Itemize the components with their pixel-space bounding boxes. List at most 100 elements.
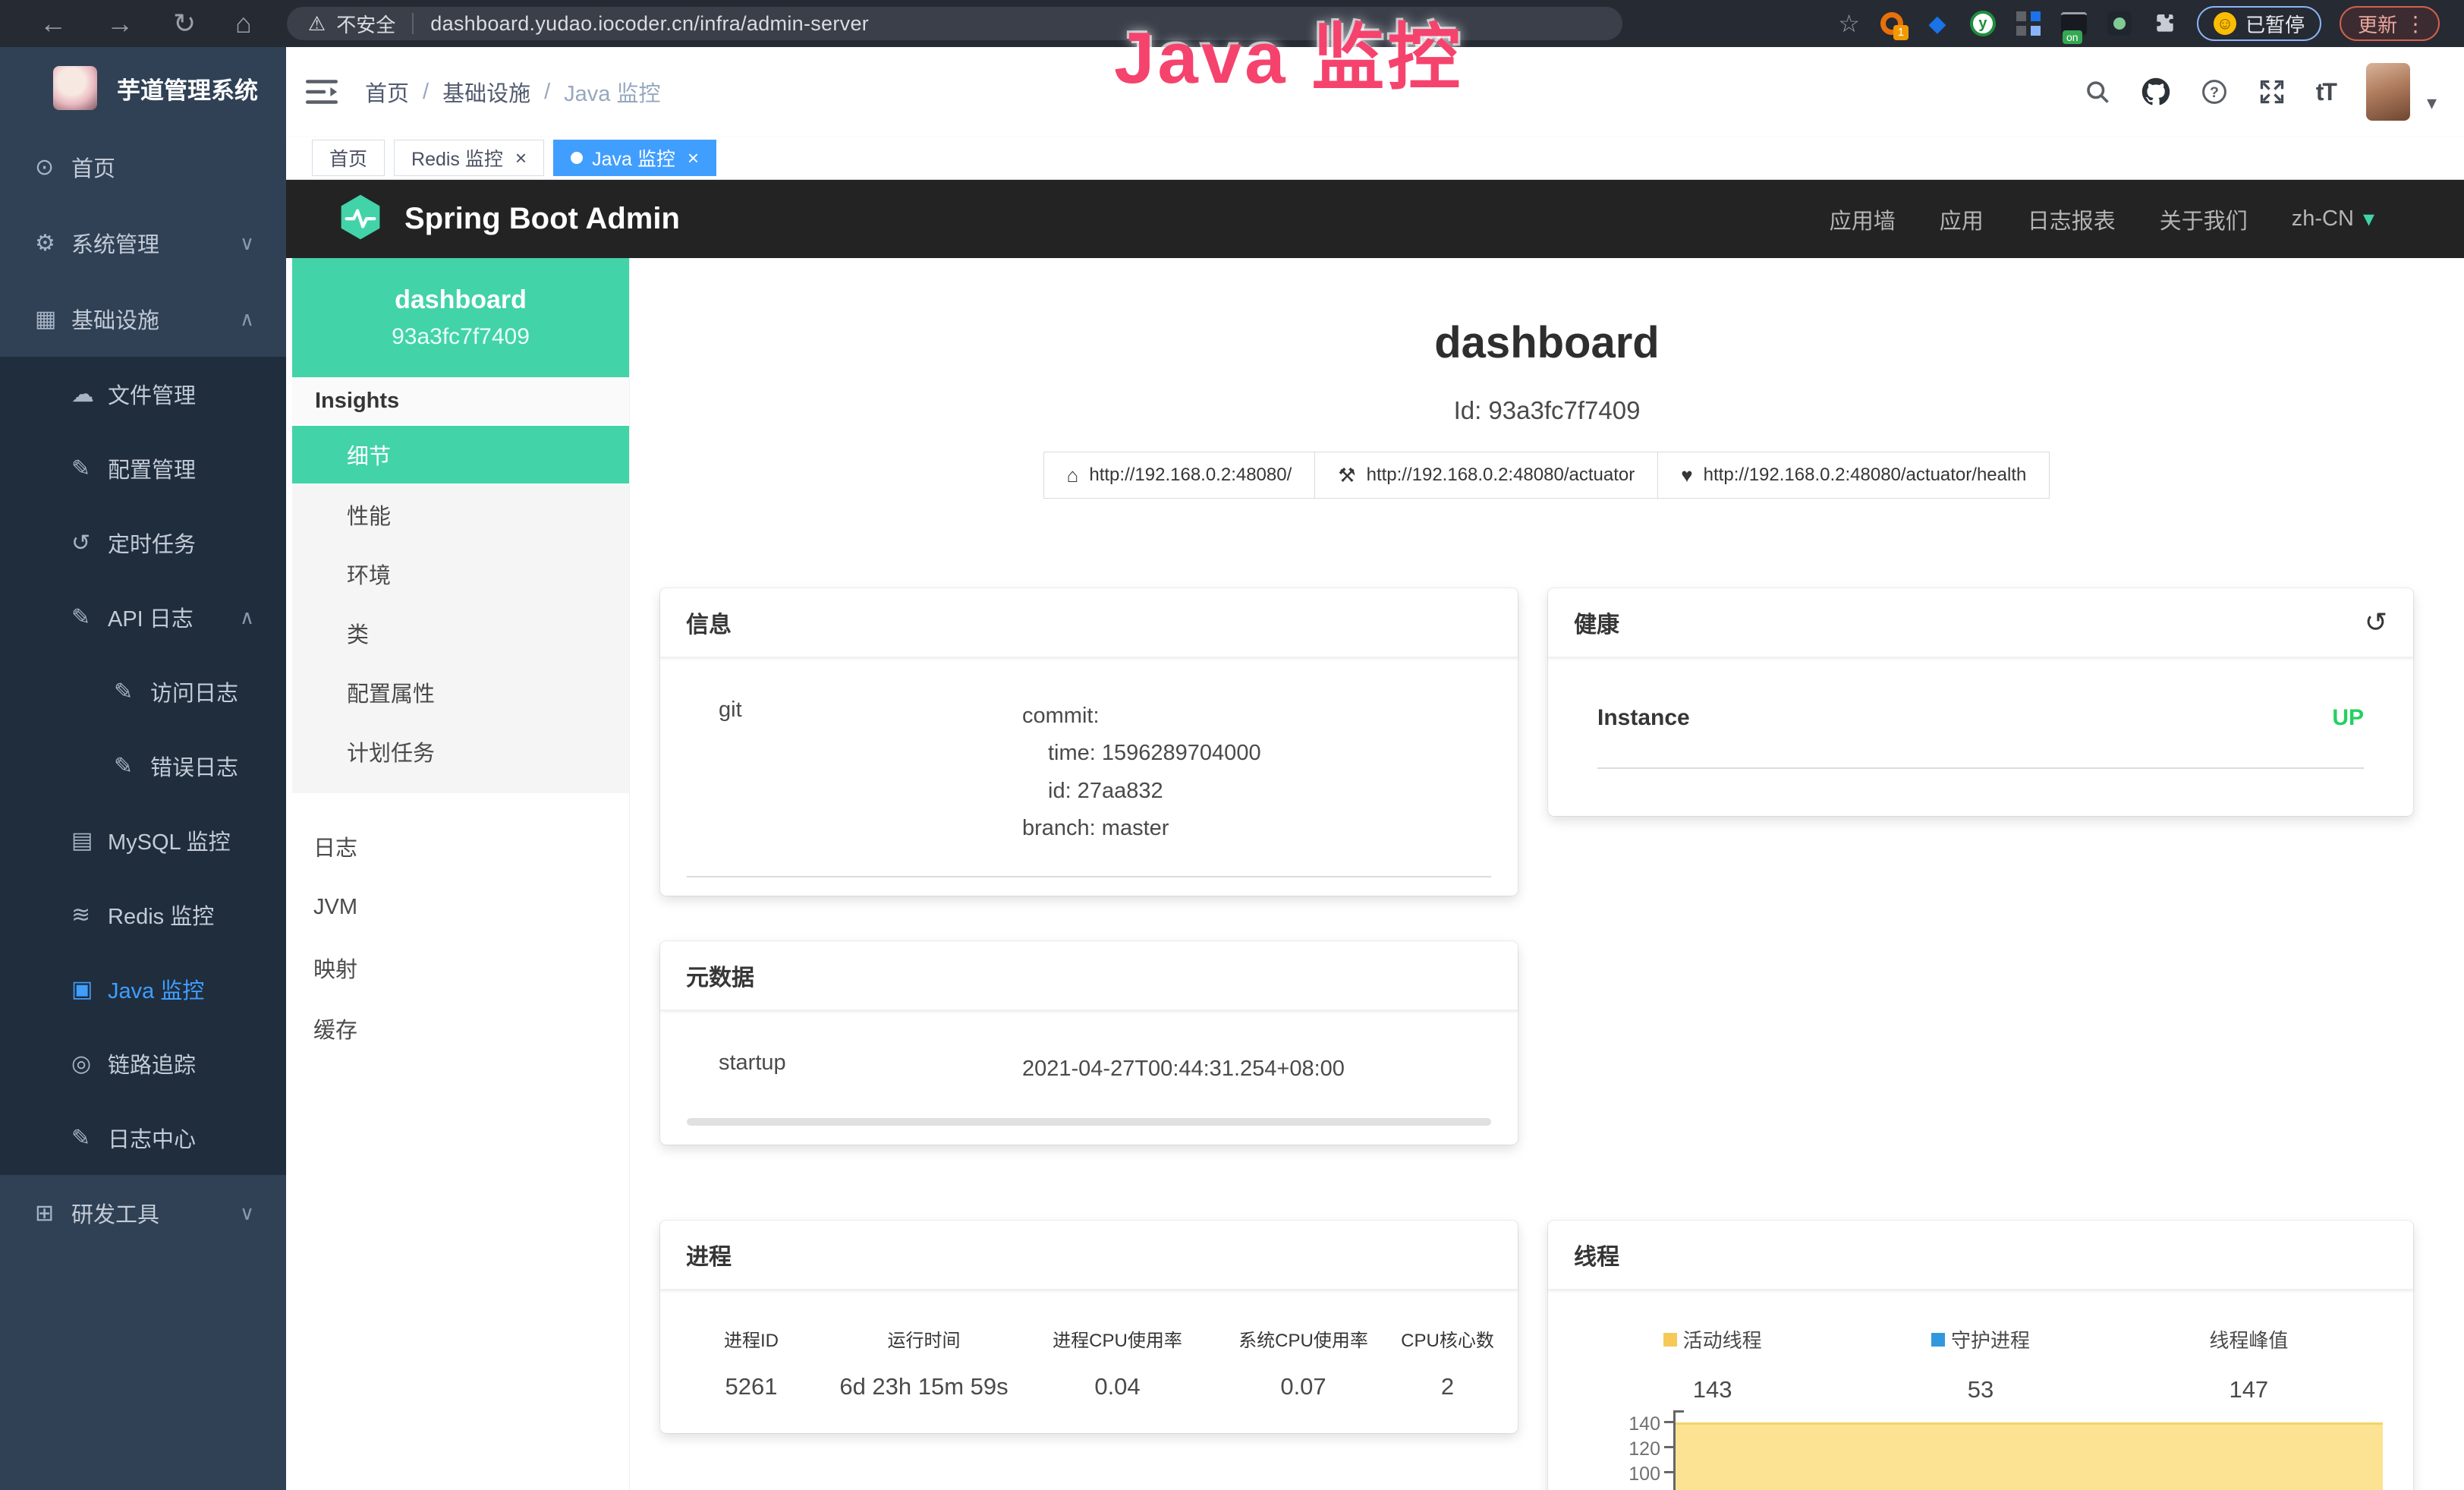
browser-reload-icon[interactable]: ↻	[173, 10, 196, 37]
help-icon[interactable]: ?	[2201, 78, 2228, 106]
sidebar-item-dev-tools[interactable]: ⊞ 研发工具 ∨	[0, 1175, 286, 1251]
blue-swatch-icon	[1931, 1333, 1945, 1347]
process-card-title: 进程	[660, 1221, 1518, 1290]
avatar-caret-down-icon[interactable]: ▾	[2427, 91, 2437, 115]
health-card: 健康 ↺ Instance UP	[1548, 588, 2413, 816]
info-card-title: 信息	[660, 588, 1518, 658]
tab-redis-monitor[interactable]: Redis 监控 ×	[394, 140, 544, 176]
menu-item-details[interactable]: 细节	[292, 426, 629, 485]
home-icon: ⌂	[1067, 464, 1079, 487]
extension-orange-icon[interactable]: 1	[1878, 10, 1905, 37]
sidebar-item-infrastructure[interactable]: ▦ 基础设施 ∧	[0, 281, 286, 357]
daemon-threads-value: 53	[1846, 1376, 2114, 1403]
process-pid-value: 5261	[675, 1373, 827, 1400]
sidebar-item-file-management[interactable]: ☁ 文件管理	[0, 357, 286, 431]
sidebar-item-access-logs[interactable]: ✎ 访问日志	[0, 654, 286, 729]
sidebar-item-java-monitor[interactable]: ▣ Java 监控	[0, 952, 286, 1026]
y-tick-mark	[1664, 1446, 1673, 1448]
font-size-icon[interactable]: tT	[2316, 78, 2336, 106]
active-dot	[571, 152, 583, 164]
sba-locale-select[interactable]: zh-CN ▾	[2292, 206, 2374, 232]
service-url-button[interactable]: ⌂ http://192.168.0.2:48080/	[1043, 452, 1316, 499]
menu-item-scheduled-tasks[interactable]: 计划任务	[292, 722, 629, 781]
extensions-puzzle-icon[interactable]	[2151, 10, 2179, 37]
sidebar-item-mysql-monitor[interactable]: ▤ MySQL 监控	[0, 803, 286, 877]
tab-java-monitor[interactable]: Java 监控 ×	[553, 140, 716, 176]
address-divider	[412, 13, 414, 34]
sidebar-item-label: 链路追踪	[108, 1047, 196, 1079]
tab-home[interactable]: 首页	[312, 140, 385, 176]
not-secure-label[interactable]: 不安全	[336, 10, 395, 38]
git-id-line: id: 27aa832	[1048, 773, 1491, 810]
menu-item-mappings[interactable]: 映射	[292, 937, 629, 998]
y-tick-100: 100	[1575, 1463, 1660, 1485]
breadcrumb-home[interactable]: 首页	[365, 76, 409, 108]
extension-green-y-icon[interactable]: y	[1969, 10, 1997, 37]
not-secure-warning-icon[interactable]: ⚠	[308, 12, 326, 36]
github-icon[interactable]	[2141, 77, 2170, 106]
system-cpu-value: 0.07	[1214, 1373, 1392, 1400]
breadcrumb-infrastructure[interactable]: 基础设施	[442, 76, 530, 108]
close-icon[interactable]: ×	[515, 146, 527, 170]
actuator-url-button[interactable]: ⚒ http://192.168.0.2:48080/actuator	[1314, 452, 1658, 499]
menu-item-classes[interactable]: 类	[292, 603, 629, 663]
sidebar-item-home[interactable]: ⊙ 首页	[0, 129, 286, 205]
tags-view-bar: 首页 Redis 监控 × Java 监控 ×	[286, 137, 2464, 180]
bookmark-star-icon[interactable]: ☆	[1838, 9, 1860, 38]
close-icon[interactable]: ×	[688, 146, 699, 170]
process-uptime-value: 6d 23h 15m 59s	[827, 1373, 1021, 1400]
menu-item-logs[interactable]: 日志	[292, 816, 629, 877]
history-icon: ↺	[71, 530, 108, 556]
sba-nav-about[interactable]: 关于我们	[2160, 203, 2248, 235]
sba-nav-journal[interactable]: 日志报表	[2028, 203, 2116, 235]
browser-forward-icon[interactable]: →	[106, 10, 134, 37]
sidebar-item-scheduled-tasks[interactable]: ↺ 定时任务	[0, 506, 286, 580]
sidebar-item-system-management[interactable]: ⚙ 系统管理 ∨	[0, 205, 286, 281]
edit-icon: ✎	[71, 604, 108, 631]
sidebar-item-tracing[interactable]: ◎ 链路追踪	[0, 1026, 286, 1101]
menu-item-config-props[interactable]: 配置属性	[292, 663, 629, 722]
sba-brand-title[interactable]: Spring Boot Admin	[404, 202, 680, 236]
instance-header[interactable]: dashboard 93a3fc7f7409	[292, 258, 629, 377]
sba-menu: 日志 JVM 映射 缓存	[292, 793, 629, 1059]
sidebar-item-log-center[interactable]: ✎ 日志中心	[0, 1101, 286, 1175]
extension-green-dot-icon[interactable]	[2106, 10, 2133, 37]
menu-item-caches[interactable]: 缓存	[292, 998, 629, 1059]
extension-onenote-icon[interactable]: on	[2060, 10, 2088, 37]
sidebar-item-api-logs[interactable]: ✎ API 日志 ∧	[0, 580, 286, 654]
sidebar-item-error-logs[interactable]: ✎ 错误日志	[0, 729, 286, 803]
menu-item-jvm[interactable]: JVM	[292, 877, 629, 937]
history-icon[interactable]: ↺	[2365, 606, 2387, 638]
legend-label: 守护进程	[1951, 1325, 2030, 1353]
threads-values: 143 53 147	[1548, 1353, 2413, 1403]
browser-back-icon[interactable]: ←	[39, 10, 67, 37]
sba-nav-wallboard[interactable]: 应用墙	[1830, 203, 1896, 235]
legend-daemon-threads: 守护进程	[1846, 1325, 2114, 1353]
sba-logo-icon	[336, 193, 385, 246]
avatar[interactable]	[2366, 63, 2410, 121]
hamburger-icon[interactable]	[306, 78, 338, 106]
instance-title: dashboard	[630, 317, 2464, 368]
sidebar-item-config-management[interactable]: ✎ 配置管理	[0, 431, 286, 506]
yellow-swatch-icon	[1663, 1333, 1677, 1347]
breadcrumb-current: Java 监控	[564, 76, 660, 108]
browser-update-button[interactable]: 更新 ⋮	[2340, 6, 2440, 41]
fullscreen-icon[interactable]	[2258, 78, 2286, 106]
search-icon[interactable]	[2084, 78, 2111, 106]
menu-item-environment[interactable]: 环境	[292, 544, 629, 603]
menu-item-metrics[interactable]: 性能	[292, 485, 629, 544]
extension-pin-icon[interactable]: ◆	[1924, 10, 1951, 37]
horizontal-scrollbar[interactable]	[687, 1118, 1491, 1126]
browser-home-icon[interactable]: ⌂	[235, 10, 252, 37]
health-url-button[interactable]: ♥ http://192.168.0.2:48080/actuator/heal…	[1657, 452, 2050, 499]
sidebar-item-label: 定时任务	[108, 527, 196, 559]
git-commit-line: commit:	[1022, 698, 1491, 735]
cpu-count-value: 2	[1392, 1373, 1503, 1400]
sba-nav-applications[interactable]: 应用	[1940, 203, 1984, 235]
sidebar-item-redis-monitor[interactable]: ≋ Redis 监控	[0, 877, 286, 952]
paused-badge[interactable]: ☺ 已暂停	[2197, 6, 2321, 41]
url-text[interactable]: dashboard.yudao.iocoder.cn/infra/admin-s…	[430, 12, 869, 36]
health-card-title: 健康	[1574, 606, 1619, 639]
sidebar-item-label: 日志中心	[108, 1122, 196, 1154]
extension-grid-icon[interactable]	[2015, 10, 2042, 37]
